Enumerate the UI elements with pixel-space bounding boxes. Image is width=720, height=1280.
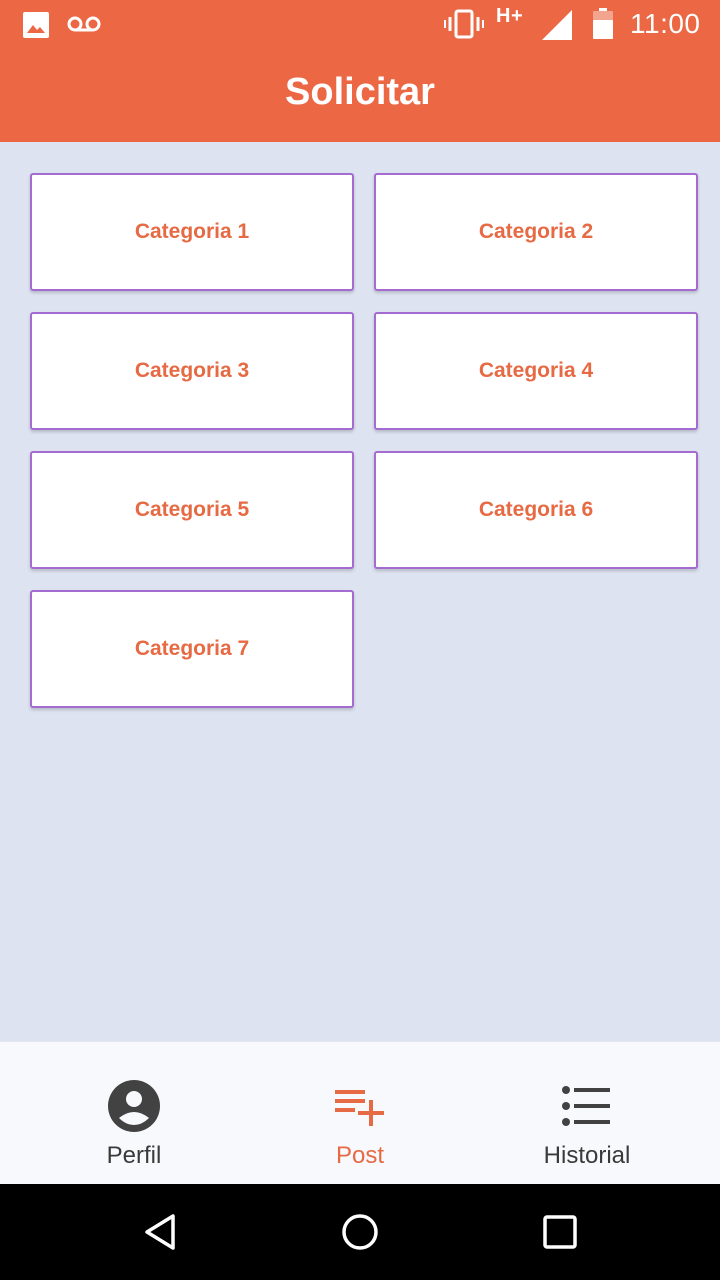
status-bar: H+ 11:00 [0, 0, 720, 48]
list-icon [467, 1078, 707, 1134]
category-grid: Categoria 1 Categoria 2 Categoria 3 Cate… [30, 173, 698, 708]
category-label: Categoria 2 [478, 220, 594, 243]
clock: 11:00 [630, 8, 701, 39]
app-header: H+ 11:00 Solicitar [0, 0, 720, 142]
category-label: Categoria 3 [134, 359, 250, 382]
battery-icon [592, 8, 614, 40]
bottom-navigation: Perfil Post Historial [0, 1041, 720, 1184]
category-card-7[interactable]: Categoria 7 [30, 590, 354, 708]
nav-label: Post [335, 1142, 385, 1169]
system-navigation-bar [0, 1184, 720, 1280]
category-card-2[interactable]: Categoria 2 [374, 173, 698, 291]
nav-label: Historial [543, 1142, 631, 1169]
page-title: Solicitar [285, 71, 435, 113]
nav-item-perfil[interactable]: Perfil [14, 1042, 254, 1184]
account-circle-icon [14, 1078, 254, 1134]
image-icon [22, 11, 50, 39]
category-label: Categoria 1 [134, 220, 250, 243]
category-card-1[interactable]: Categoria 1 [30, 173, 354, 291]
vibrate-icon [444, 9, 484, 39]
network-type: H+ [496, 4, 524, 27]
nav-item-post[interactable]: Post [240, 1042, 480, 1184]
recent-apps-icon[interactable] [536, 1208, 584, 1256]
category-card-5[interactable]: Categoria 5 [30, 451, 354, 569]
back-icon[interactable] [136, 1208, 184, 1256]
voicemail-icon [66, 13, 102, 35]
category-label: Categoria 6 [478, 498, 594, 521]
category-label: Categoria 7 [134, 637, 250, 660]
signal-icon [540, 8, 574, 42]
category-card-3[interactable]: Categoria 3 [30, 312, 354, 430]
category-card-6[interactable]: Categoria 6 [374, 451, 698, 569]
category-label: Categoria 5 [134, 498, 250, 521]
home-icon[interactable] [336, 1208, 384, 1256]
nav-label: Perfil [106, 1142, 162, 1169]
playlist-add-icon [240, 1078, 480, 1134]
category-label: Categoria 4 [478, 359, 594, 382]
nav-item-historial[interactable]: Historial [467, 1042, 707, 1184]
category-card-4[interactable]: Categoria 4 [374, 312, 698, 430]
